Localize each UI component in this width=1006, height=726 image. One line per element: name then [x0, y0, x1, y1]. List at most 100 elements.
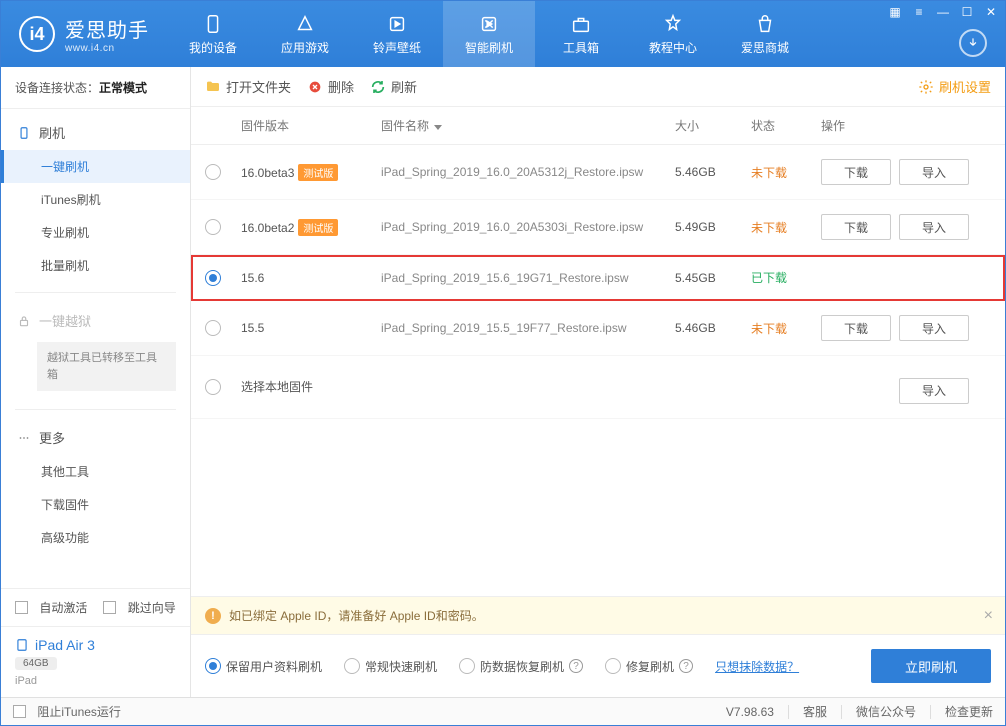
local-radio[interactable]: [205, 379, 221, 395]
local-firmware-label: 选择本地固件: [241, 378, 381, 395]
firmware-status: 未下载: [751, 320, 821, 337]
topnav-icon: [202, 13, 224, 35]
topnav-item[interactable]: 智能刷机: [443, 1, 535, 67]
topnav-icon: [662, 13, 684, 35]
option-radio[interactable]: [344, 658, 360, 674]
update-link[interactable]: 检查更新: [945, 703, 993, 720]
delete-button[interactable]: 删除: [307, 77, 354, 96]
sidebar-group-jailbreak: 一键越狱: [1, 303, 190, 338]
sort-icon[interactable]: [434, 125, 442, 130]
topnav-icon: [386, 13, 408, 35]
sidebar-item[interactable]: 一键刷机: [1, 150, 190, 183]
option-label: 修复刷机: [626, 658, 674, 675]
option-label: 防数据恢复刷机: [480, 658, 564, 675]
import-button[interactable]: 导入: [899, 159, 969, 185]
download-button[interactable]: 下载: [821, 315, 891, 341]
connection-status: 设备连接状态：正常模式: [1, 67, 190, 109]
firmware-ops: 下载导入: [821, 315, 991, 341]
topnav-item[interactable]: 应用游戏: [259, 1, 351, 67]
auto-activate-checkbox[interactable]: 自动激活: [15, 599, 87, 616]
delete-icon: [307, 79, 323, 95]
import-button[interactable]: 导入: [899, 378, 969, 404]
toolbar: 打开文件夹 删除 刷新 刷机设置: [191, 67, 1005, 107]
flash-option[interactable]: 常规快速刷机: [344, 658, 437, 675]
minimize-icon[interactable]: —: [935, 5, 951, 19]
maximize-icon[interactable]: ☐: [959, 5, 975, 19]
topnav-label: 爱思商城: [741, 39, 789, 56]
device-panel[interactable]: iPad Air 3 64GB iPad: [1, 626, 190, 697]
firmware-status: 已下载: [751, 269, 821, 286]
flash-option[interactable]: 保留用户资料刷机: [205, 658, 322, 675]
firmware-size: 5.49GB: [675, 220, 751, 234]
warning-icon: !: [205, 608, 221, 624]
skip-guide-checkbox[interactable]: 跳过向导: [103, 599, 175, 616]
firmware-version: 15.5: [241, 321, 381, 335]
content-area: 打开文件夹 删除 刷新 刷机设置 固件版本 固件名称 大小 状态 操作: [191, 67, 1005, 697]
window-controls: ▦ ≡ — ☐ ✕: [887, 5, 999, 19]
menu-icon[interactable]: ≡: [911, 5, 927, 19]
block-itunes-checkbox[interactable]: 阻止iTunes运行: [13, 703, 121, 720]
option-radio[interactable]: [605, 658, 621, 674]
import-button[interactable]: 导入: [899, 214, 969, 240]
download-button[interactable]: 下载: [821, 159, 891, 185]
download-button[interactable]: 下载: [821, 214, 891, 240]
firmware-version: 16.0beta2测试版: [241, 219, 381, 236]
refresh-label: 刷新: [391, 77, 417, 96]
refresh-button[interactable]: 刷新: [370, 77, 417, 96]
sidebar-item[interactable]: 高级功能: [1, 521, 190, 554]
jailbreak-note: 越狱工具已转移至工具箱: [37, 342, 176, 391]
col-version: 固件版本: [241, 117, 381, 134]
topnav-label: 我的设备: [189, 39, 237, 56]
sidebar-item[interactable]: 批量刷机: [1, 249, 190, 282]
auto-activate-label: 自动激活: [39, 599, 87, 616]
firmware-radio[interactable]: [205, 219, 221, 235]
wechat-link[interactable]: 微信公众号: [856, 703, 916, 720]
topnav-item[interactable]: 我的设备: [167, 1, 259, 67]
sidebar-item[interactable]: 专业刷机: [1, 216, 190, 249]
service-link[interactable]: 客服: [803, 703, 827, 720]
local-firmware-row: 选择本地固件 导入: [191, 356, 1005, 419]
firmware-row: 16.0beta3测试版 iPad_Spring_2019_16.0_20A53…: [191, 145, 1005, 200]
download-indicator[interactable]: [959, 29, 987, 57]
col-size: 大小: [675, 117, 751, 134]
firmware-radio[interactable]: [205, 164, 221, 180]
option-radio[interactable]: [459, 658, 475, 674]
topnav-label: 智能刷机: [465, 39, 513, 56]
device-icon: [15, 638, 29, 652]
topnav-item[interactable]: 铃声壁纸: [351, 1, 443, 67]
sidebar-group-more[interactable]: 更多: [1, 420, 190, 455]
brand-name: 爱思助手: [65, 14, 149, 43]
topnav-item[interactable]: 工具箱: [535, 1, 627, 67]
open-folder-button[interactable]: 打开文件夹: [205, 77, 291, 96]
phone-icon: [17, 126, 31, 140]
status-value: 正常模式: [99, 81, 147, 95]
flash-settings-button[interactable]: 刷机设置: [918, 77, 991, 96]
firmware-radio[interactable]: [205, 320, 221, 336]
top-nav: 我的设备 应用游戏 铃声壁纸智能刷机 工具箱教程中心爱思商城: [167, 1, 811, 67]
sidebar-group-flash[interactable]: 刷机: [1, 115, 190, 150]
help-icon[interactable]: ?: [569, 659, 583, 673]
option-radio[interactable]: [205, 658, 221, 674]
warning-close[interactable]: ×: [984, 607, 993, 625]
topnav-item[interactable]: 爱思商城: [719, 1, 811, 67]
close-icon[interactable]: ✕: [983, 5, 999, 19]
sidebar-item[interactable]: iTunes刷机: [1, 183, 190, 216]
topnav-item[interactable]: 教程中心: [627, 1, 719, 67]
help-icon[interactable]: ?: [679, 659, 693, 673]
sidebar-item[interactable]: 其他工具: [1, 455, 190, 488]
flash-option[interactable]: 修复刷机?: [605, 658, 693, 675]
topnav-label: 应用游戏: [281, 39, 329, 56]
erase-link[interactable]: 只想抹除数据？: [715, 658, 799, 675]
open-folder-label: 打开文件夹: [226, 77, 291, 96]
flash-option[interactable]: 防数据恢复刷机?: [459, 658, 583, 675]
app-header: i4 爱思助手 www.i4.cn 我的设备应用游戏铃声壁纸智能刷机工具箱教程中…: [1, 1, 1005, 67]
import-button[interactable]: 导入: [899, 315, 969, 341]
grid-icon[interactable]: ▦: [887, 5, 903, 19]
skip-guide-label: 跳过向导: [128, 599, 176, 616]
topnav-icon: [570, 13, 592, 35]
firmware-name: iPad_Spring_2019_15.5_19F77_Restore.ipsw: [381, 321, 675, 335]
firmware-radio[interactable]: [205, 270, 221, 286]
sidebar-item[interactable]: 下载固件: [1, 488, 190, 521]
col-name: 固件名称: [381, 119, 429, 133]
flash-button[interactable]: 立即刷机: [871, 649, 991, 683]
